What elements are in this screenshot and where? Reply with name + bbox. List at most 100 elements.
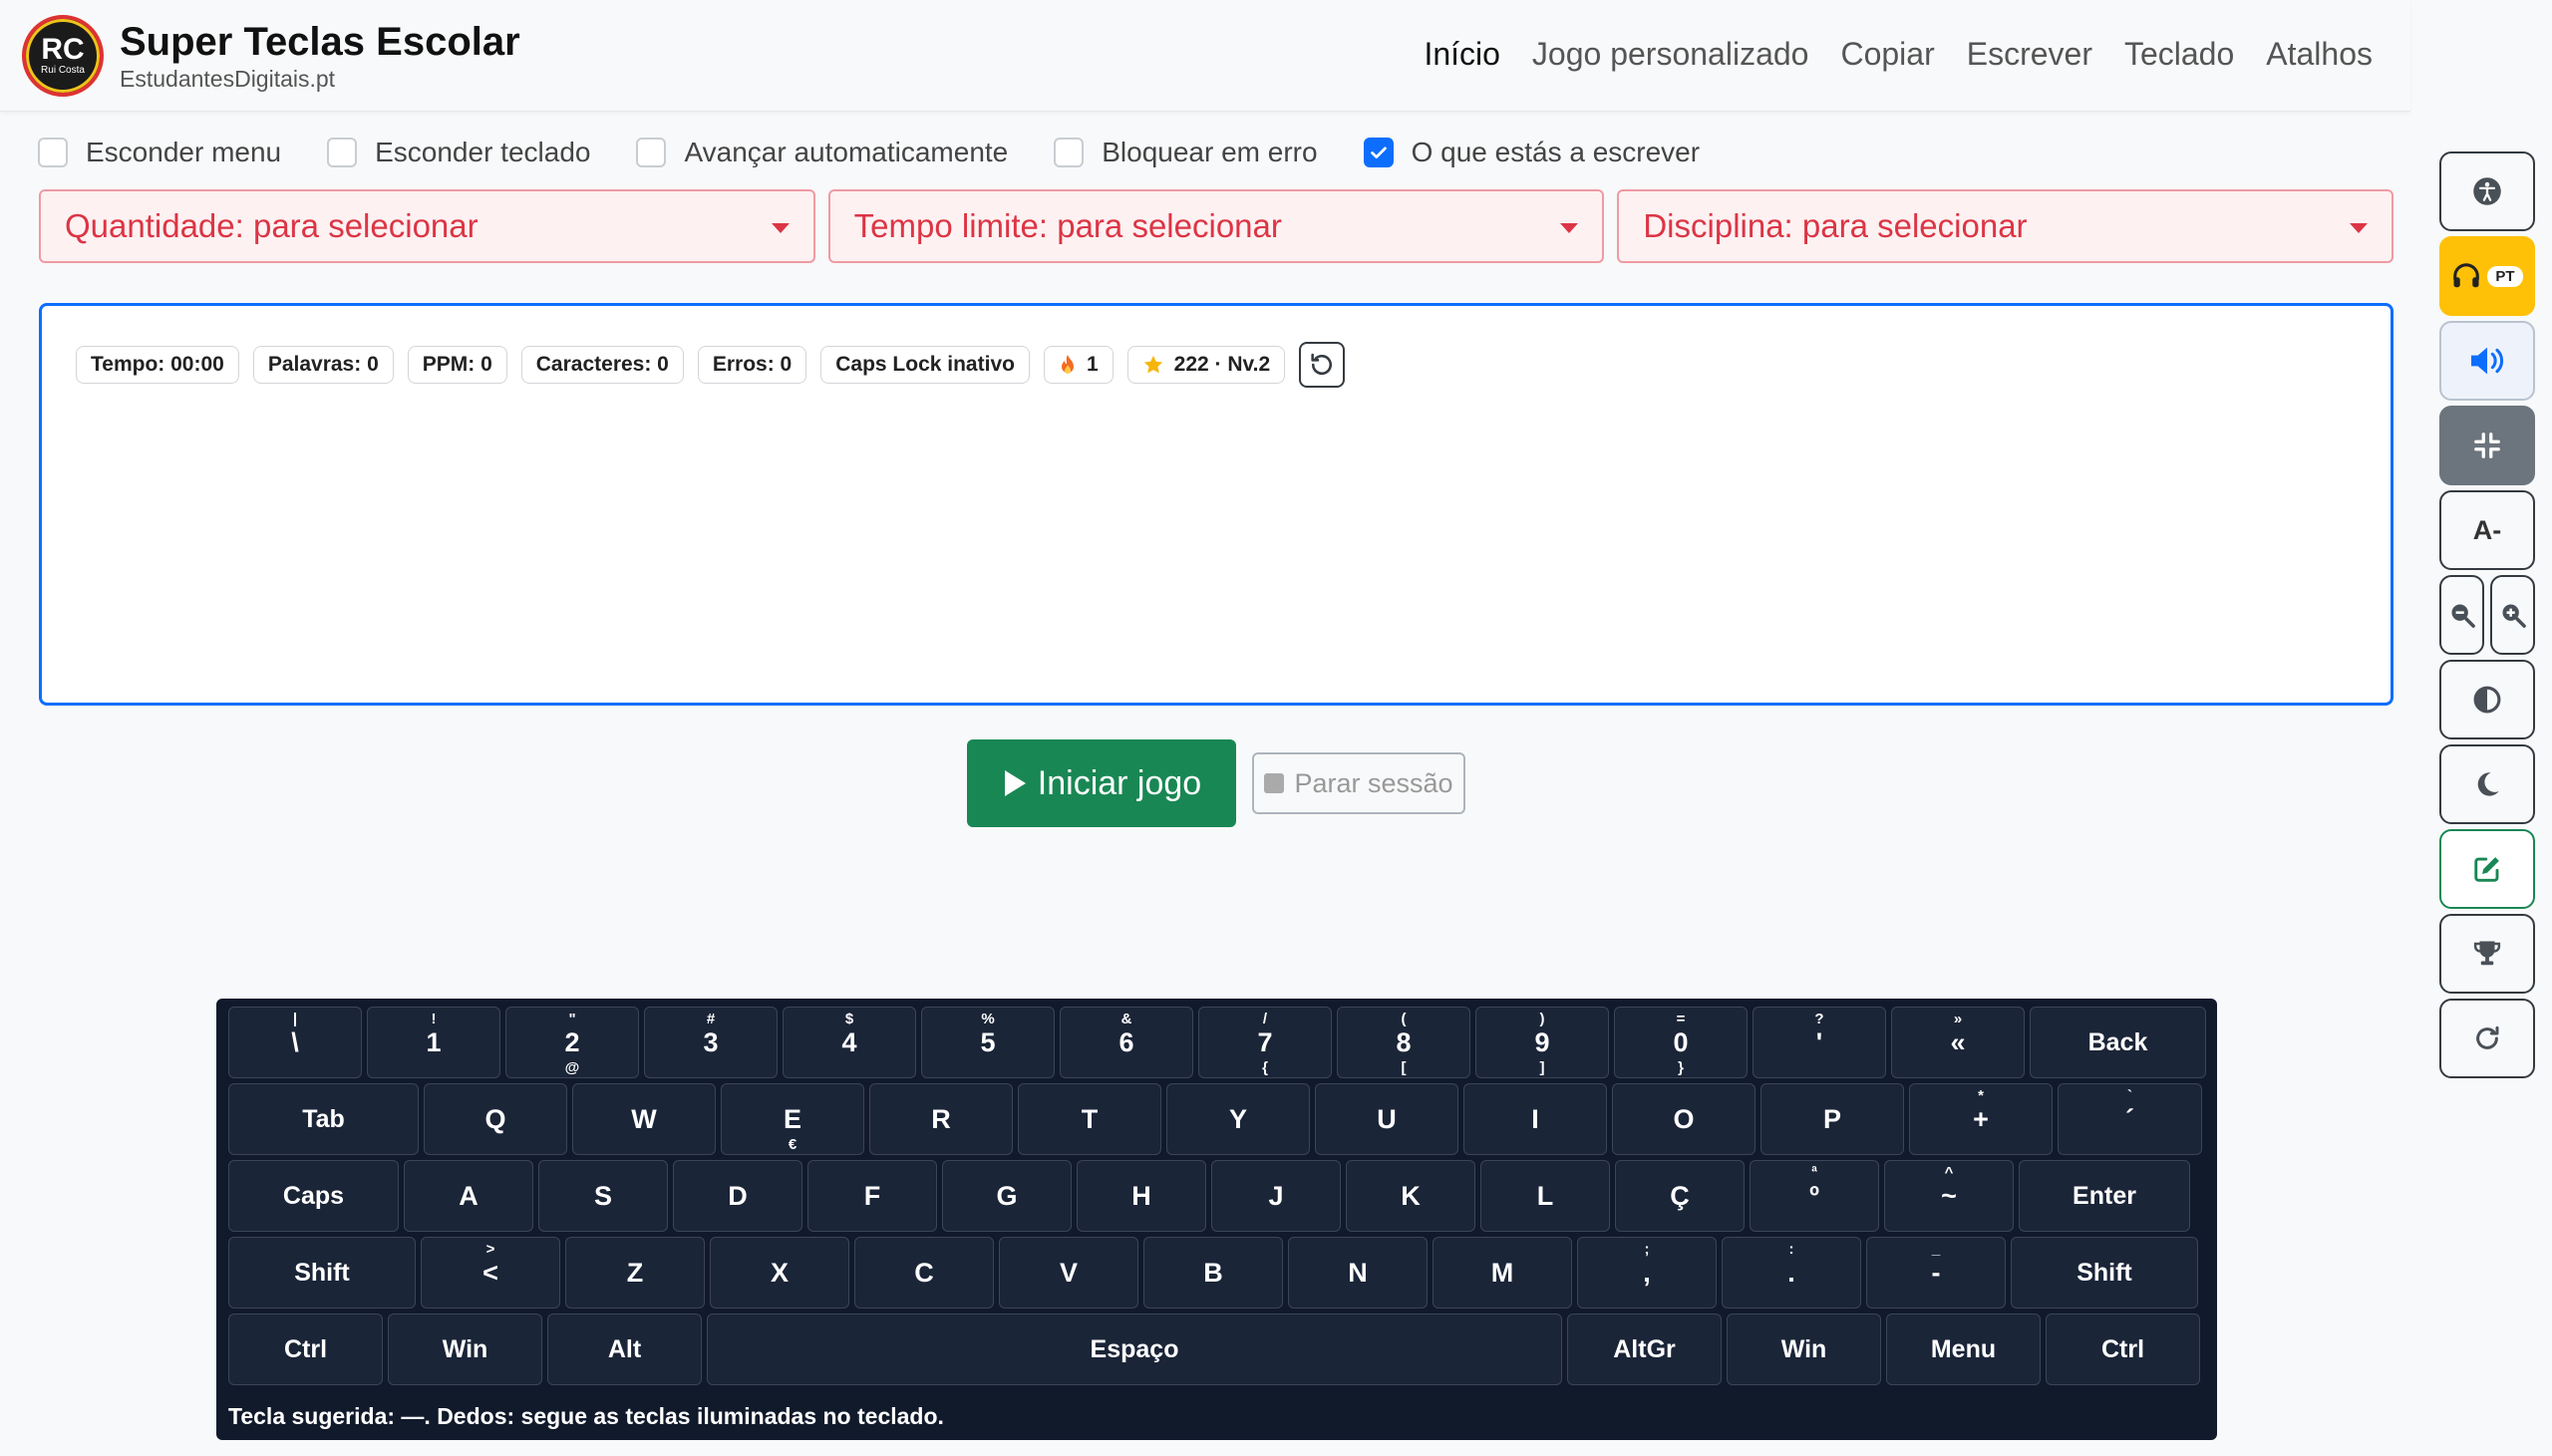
checkbox-checked[interactable] <box>1363 138 1394 167</box>
key-u[interactable]: U <box>1315 1083 1458 1155</box>
key-f[interactable]: F <box>807 1160 937 1232</box>
zoom-in-button[interactable] <box>2490 575 2535 655</box>
key-symbol-3-11[interactable]: _ - <box>1866 1237 2006 1309</box>
key-o[interactable]: O <box>1612 1083 1755 1155</box>
key-b[interactable]: B <box>1143 1237 1283 1309</box>
key-h[interactable]: H <box>1077 1160 1206 1232</box>
key-i[interactable]: I <box>1463 1083 1607 1155</box>
checkbox[interactable] <box>38 138 68 167</box>
key-espaço[interactable]: Espaço <box>707 1313 1562 1385</box>
key-ç[interactable]: Ç <box>1615 1160 1745 1232</box>
key-7[interactable]: /7 { <box>1198 1007 1332 1078</box>
key-1[interactable]: ! 1 <box>367 1007 500 1078</box>
key-a[interactable]: A <box>404 1160 533 1232</box>
nav-teclado[interactable]: Teclado <box>2124 36 2234 73</box>
key-symbol-0-12[interactable]: » « <box>1891 1007 2025 1078</box>
volume-button[interactable] <box>2439 321 2535 401</box>
font-decrease-button[interactable]: A- <box>2439 490 2535 570</box>
key-j[interactable]: J <box>1211 1160 1341 1232</box>
dark-mode-button[interactable] <box>2439 744 2535 824</box>
key-0[interactable]: = 0} <box>1614 1007 1748 1078</box>
key-5[interactable]: % 5 <box>921 1007 1055 1078</box>
key-8[interactable]: (8 [ <box>1337 1007 1470 1078</box>
key-symbol-3-10[interactable]: :. <box>1722 1237 1861 1309</box>
key-c[interactable]: C <box>854 1237 994 1309</box>
nav-escrever[interactable]: Escrever <box>1967 36 2092 73</box>
edit-button[interactable] <box>2439 829 2535 909</box>
option-avancar-automaticamente[interactable]: Avançar automaticamente <box>636 137 1008 168</box>
key-win[interactable]: Win <box>1727 1313 1881 1385</box>
reset-button[interactable] <box>1299 342 1346 388</box>
typing-area[interactable]: Tempo: 00:00 Palavras: 0 PPM: 0 Caracter… <box>39 303 2393 706</box>
key-p[interactable]: P <box>1760 1083 1904 1155</box>
key-menu[interactable]: Menu <box>1886 1313 2041 1385</box>
select-disciplina[interactable]: Disciplina: para selecionar <box>1617 189 2394 263</box>
key-tab[interactable]: Tab <box>228 1083 419 1155</box>
key-ctrl[interactable]: Ctrl <box>228 1313 383 1385</box>
checkbox[interactable] <box>636 138 667 167</box>
key-caps[interactable]: Caps <box>228 1160 399 1232</box>
key-q[interactable]: Q <box>424 1083 567 1155</box>
key-4[interactable]: $4 <box>783 1007 916 1078</box>
select-quantidade[interactable]: Quantidade: para selecionar <box>39 189 815 263</box>
key-symbol-2-11[interactable]: ªº <box>1750 1160 1879 1232</box>
key-s[interactable]: S <box>538 1160 668 1232</box>
key-win[interactable]: Win <box>388 1313 542 1385</box>
nav-jogo-personalizado[interactable]: Jogo personalizado <box>1532 36 1809 73</box>
option-o-que-estas-a-escrever[interactable]: O que estás a escrever <box>1363 137 1700 168</box>
key-y[interactable]: Y <box>1166 1083 1310 1155</box>
key-enter[interactable]: Enter <box>2019 1160 2190 1232</box>
redo-button[interactable] <box>2439 999 2535 1078</box>
key-r[interactable]: R <box>869 1083 1013 1155</box>
key-9[interactable]: ) 9] <box>1475 1007 1609 1078</box>
brand-title[interactable]: Super Teclas Escolar <box>120 20 520 65</box>
key-symbol-1-11[interactable]: * + <box>1909 1083 2053 1155</box>
key-alt[interactable]: Alt <box>547 1313 702 1385</box>
key-l[interactable]: L <box>1480 1160 1610 1232</box>
key-g[interactable]: G <box>942 1160 1072 1232</box>
zoom-out-button[interactable] <box>2439 575 2484 655</box>
key-x[interactable]: X <box>710 1237 849 1309</box>
key-m[interactable]: M <box>1433 1237 1572 1309</box>
stop-session-button[interactable]: Parar sessão <box>1252 752 1465 814</box>
key-ctrl[interactable]: Ctrl <box>2046 1313 2200 1385</box>
key-2[interactable]: " 2 @ <box>505 1007 639 1078</box>
key-symbol-1-12[interactable]: ` ´ <box>2058 1083 2202 1155</box>
key-e[interactable]: E € <box>721 1083 864 1155</box>
contrast-button[interactable] <box>2439 660 2535 739</box>
key-6[interactable]: & 6 <box>1060 1007 1193 1078</box>
key-t[interactable]: T <box>1018 1083 1161 1155</box>
logo[interactable]: RC Rui Costa <box>22 15 104 97</box>
nav-atalhos[interactable]: Atalhos <box>2266 36 2373 73</box>
key-d[interactable]: D <box>673 1160 802 1232</box>
key-3[interactable]: #3 <box>644 1007 778 1078</box>
key-symbol-0-11[interactable]: ? ' <box>1753 1007 1886 1078</box>
key-symbol-3-9[interactable]: ;, <box>1577 1237 1717 1309</box>
key-altgr[interactable]: AltGr <box>1567 1313 1722 1385</box>
key-shift[interactable]: Shift <box>228 1237 416 1309</box>
key-symbol-3-1[interactable]: > < <box>421 1237 560 1309</box>
option-bloquear-em-erro[interactable]: Bloquear em erro <box>1054 137 1318 168</box>
key-back[interactable]: Back <box>2030 1007 2206 1078</box>
accessibility-button[interactable] <box>2439 151 2535 231</box>
option-esconder-menu[interactable]: Esconder menu <box>38 137 281 168</box>
option-esconder-teclado[interactable]: Esconder teclado <box>327 137 590 168</box>
nav-inicio[interactable]: Início <box>1424 36 1499 73</box>
key-label: Ctrl <box>283 1334 328 1363</box>
start-game-button[interactable]: Iniciar jogo <box>967 739 1236 827</box>
key-w[interactable]: W <box>572 1083 716 1155</box>
key-z[interactable]: Z <box>565 1237 705 1309</box>
checkbox[interactable] <box>327 138 358 167</box>
key-symbol-0-0[interactable]: | \ <box>228 1007 362 1078</box>
key-symbol-2-12[interactable]: ^ ~ <box>1884 1160 2014 1232</box>
select-tempo-limite[interactable]: Tempo limite: para selecionar <box>827 189 1605 263</box>
key-n[interactable]: N <box>1288 1237 1428 1309</box>
key-k[interactable]: K <box>1346 1160 1475 1232</box>
compress-button[interactable] <box>2439 406 2535 485</box>
nav-copiar[interactable]: Copiar <box>1840 36 1934 73</box>
key-v[interactable]: V <box>999 1237 1138 1309</box>
trophy-button[interactable] <box>2439 914 2535 994</box>
key-shift[interactable]: Shift <box>2011 1237 2198 1309</box>
audio-language-button[interactable]: PT <box>2439 236 2535 316</box>
checkbox[interactable] <box>1054 138 1085 167</box>
